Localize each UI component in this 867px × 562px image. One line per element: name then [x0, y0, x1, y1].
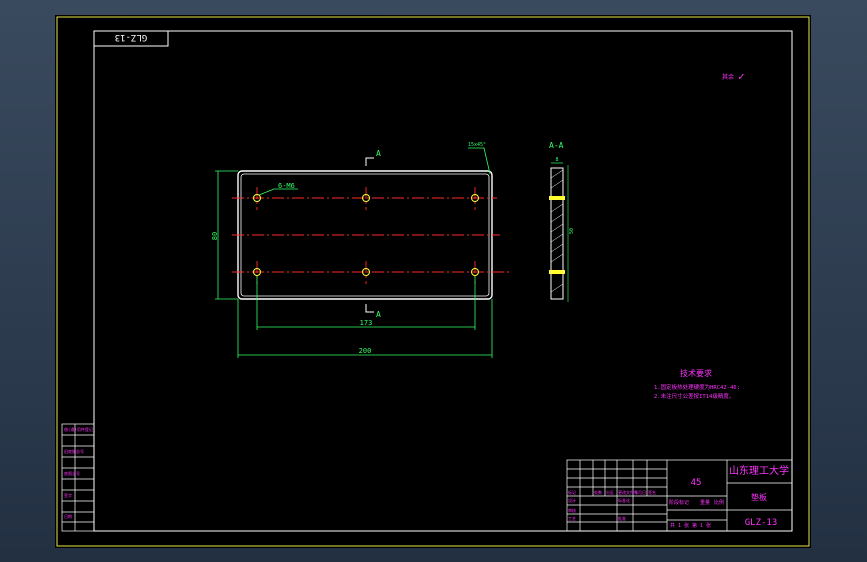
cad-drawing-canvas[interactable]: GLZ-13 其余 ✓ A A 6-M6 15x45° 80 173 200 A…: [0, 0, 867, 562]
drawing-number: GLZ-13: [745, 518, 778, 528]
scale-label: 比例: [714, 499, 724, 506]
row-label: 工艺: [568, 516, 576, 521]
material-text: 45: [691, 478, 702, 488]
tech-req-title: 技术要求: [680, 368, 712, 378]
dim-height: 80: [211, 232, 219, 240]
weight-label: 重量: [700, 499, 710, 506]
dim-hole-spacing: 173: [360, 319, 373, 327]
section-dim-top: 8: [555, 157, 558, 163]
side-table-label: 日期: [64, 513, 72, 519]
title-label: 处数: [594, 489, 602, 495]
tech-req-line-2: 2.未注尺寸公差按IT14级精度。: [654, 392, 734, 400]
row-label: 审核: [568, 507, 576, 513]
title-label: 年月日: [634, 489, 646, 495]
hole-callout: 6-M6: [278, 182, 295, 190]
dim-width: 200: [359, 347, 372, 355]
section-body: [550, 167, 564, 300]
row-label: 设计: [568, 497, 576, 503]
title-label: 标记: [568, 489, 576, 495]
section-label-top: A: [376, 149, 381, 158]
roughness-symbol-icon: ✓: [738, 70, 745, 83]
section-dim-side: 50: [569, 228, 575, 234]
side-table-label: 借(通)用件登记: [64, 426, 93, 432]
sheet-info: 共 1 张 第 1 张: [670, 522, 711, 529]
flipped-code-text: GLZ-13: [115, 32, 148, 42]
section-hole-top: [549, 196, 565, 200]
section-hole-bottom: [549, 270, 565, 274]
row-label: 标准化: [618, 497, 630, 503]
tech-req-line-1: 1.固定板热处理硬度为HRC42-46;: [654, 383, 740, 391]
side-table-label: 底图总号: [64, 470, 80, 476]
title-label: 签名: [648, 489, 656, 495]
section-title: A-A: [549, 141, 564, 150]
side-table-label: 签字: [64, 492, 72, 498]
school-name: 山东理工大学: [729, 464, 789, 477]
corner-note: 15x45°: [468, 142, 486, 148]
row-label: 批准: [618, 515, 626, 521]
part-name: 垫板: [751, 492, 767, 502]
roughness-mark: 其余: [722, 73, 734, 81]
side-table-label: 旧底图总号: [64, 448, 84, 454]
section-label-bottom: A: [376, 310, 381, 319]
title-label: 分区: [606, 489, 614, 495]
stage-label: 阶段标记: [669, 499, 689, 506]
drawing-sheet: [55, 15, 811, 548]
